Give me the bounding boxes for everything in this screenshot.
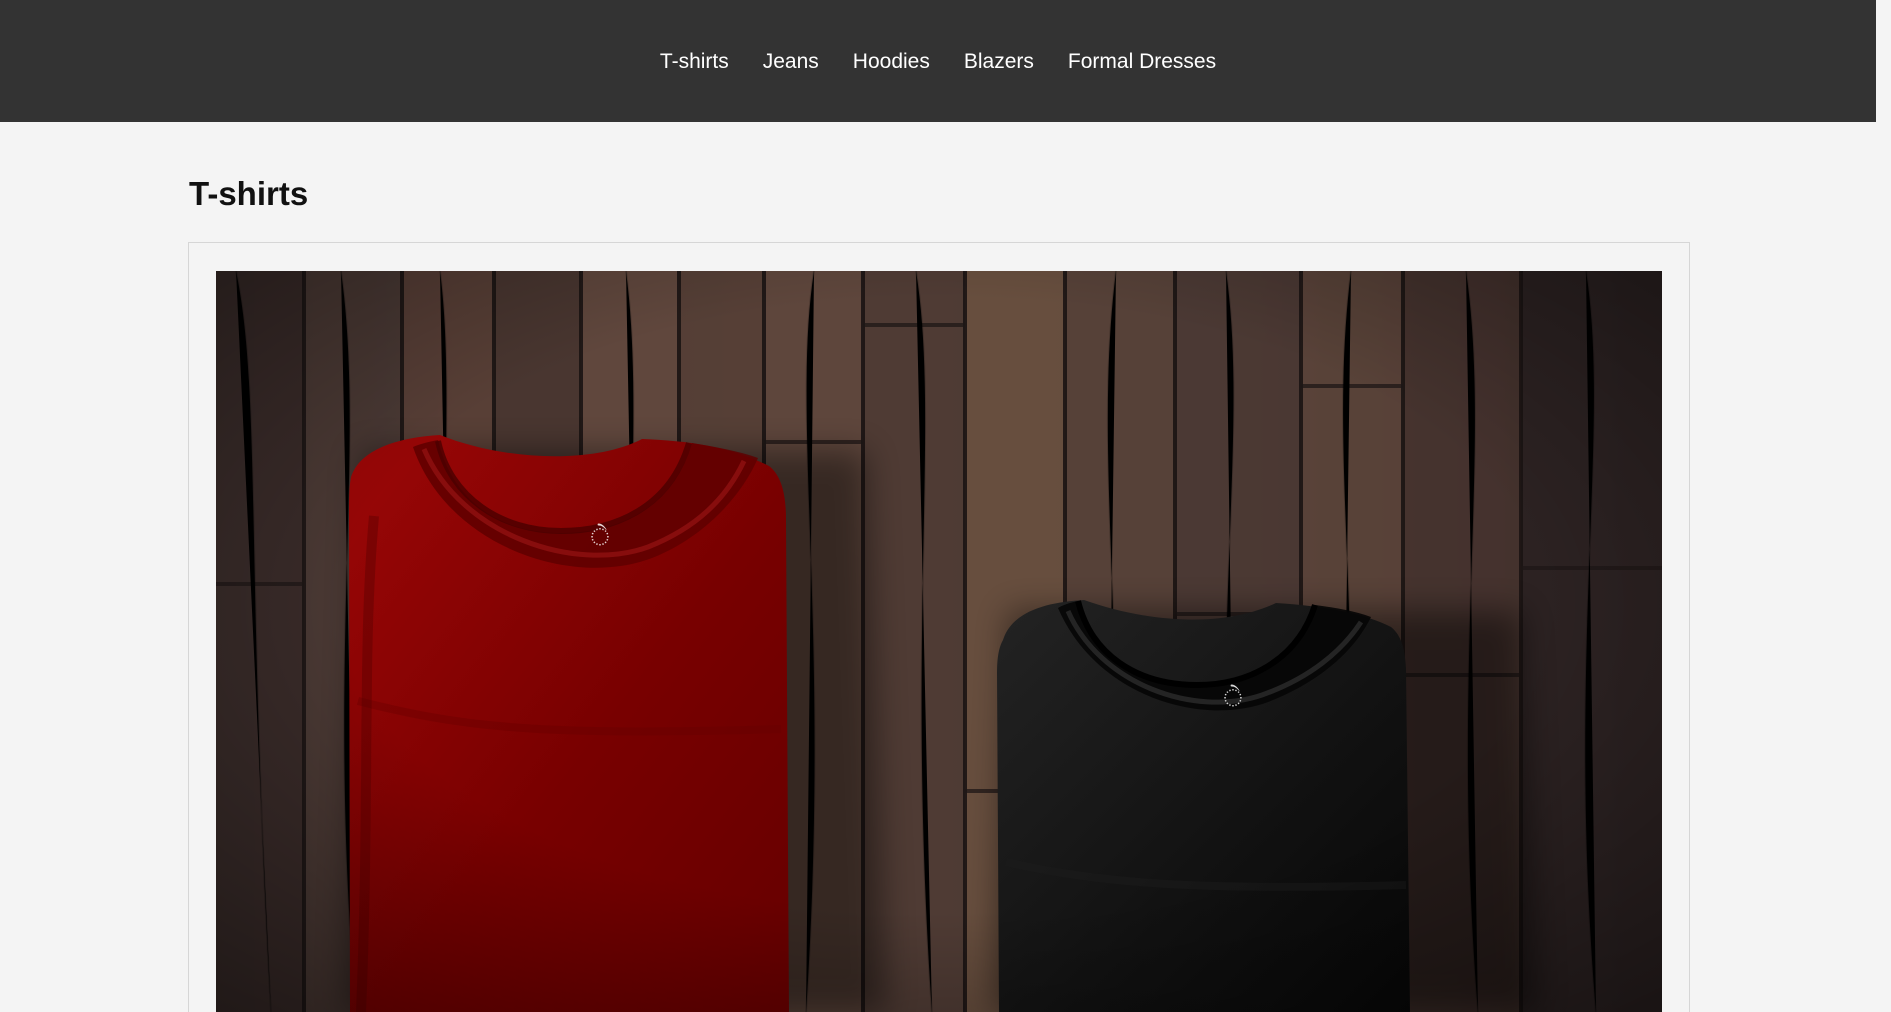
top-navigation: T-shirts Jeans Hoodies Blazers Formal Dr…	[0, 0, 1876, 122]
nav-link-blazers[interactable]: Blazers	[964, 51, 1034, 72]
nav-link-jeans[interactable]: Jeans	[763, 51, 819, 72]
tshirts-photo: ੇ ੇ	[216, 271, 1662, 1012]
nav-link-formal-dresses[interactable]: Formal Dresses	[1068, 51, 1216, 72]
section-title: T-shirts	[189, 175, 309, 212]
product-card[interactable]: ੇ ੇ	[188, 242, 1690, 1012]
nav-link-hoodies[interactable]: Hoodies	[853, 51, 930, 72]
scroll-strip	[1876, 0, 1891, 1012]
product-image[interactable]: ੇ ੇ	[216, 271, 1662, 1012]
nav-link-tshirts[interactable]: T-shirts	[660, 51, 729, 72]
page: T-shirts Jeans Hoodies Blazers Formal Dr…	[0, 0, 1891, 1012]
